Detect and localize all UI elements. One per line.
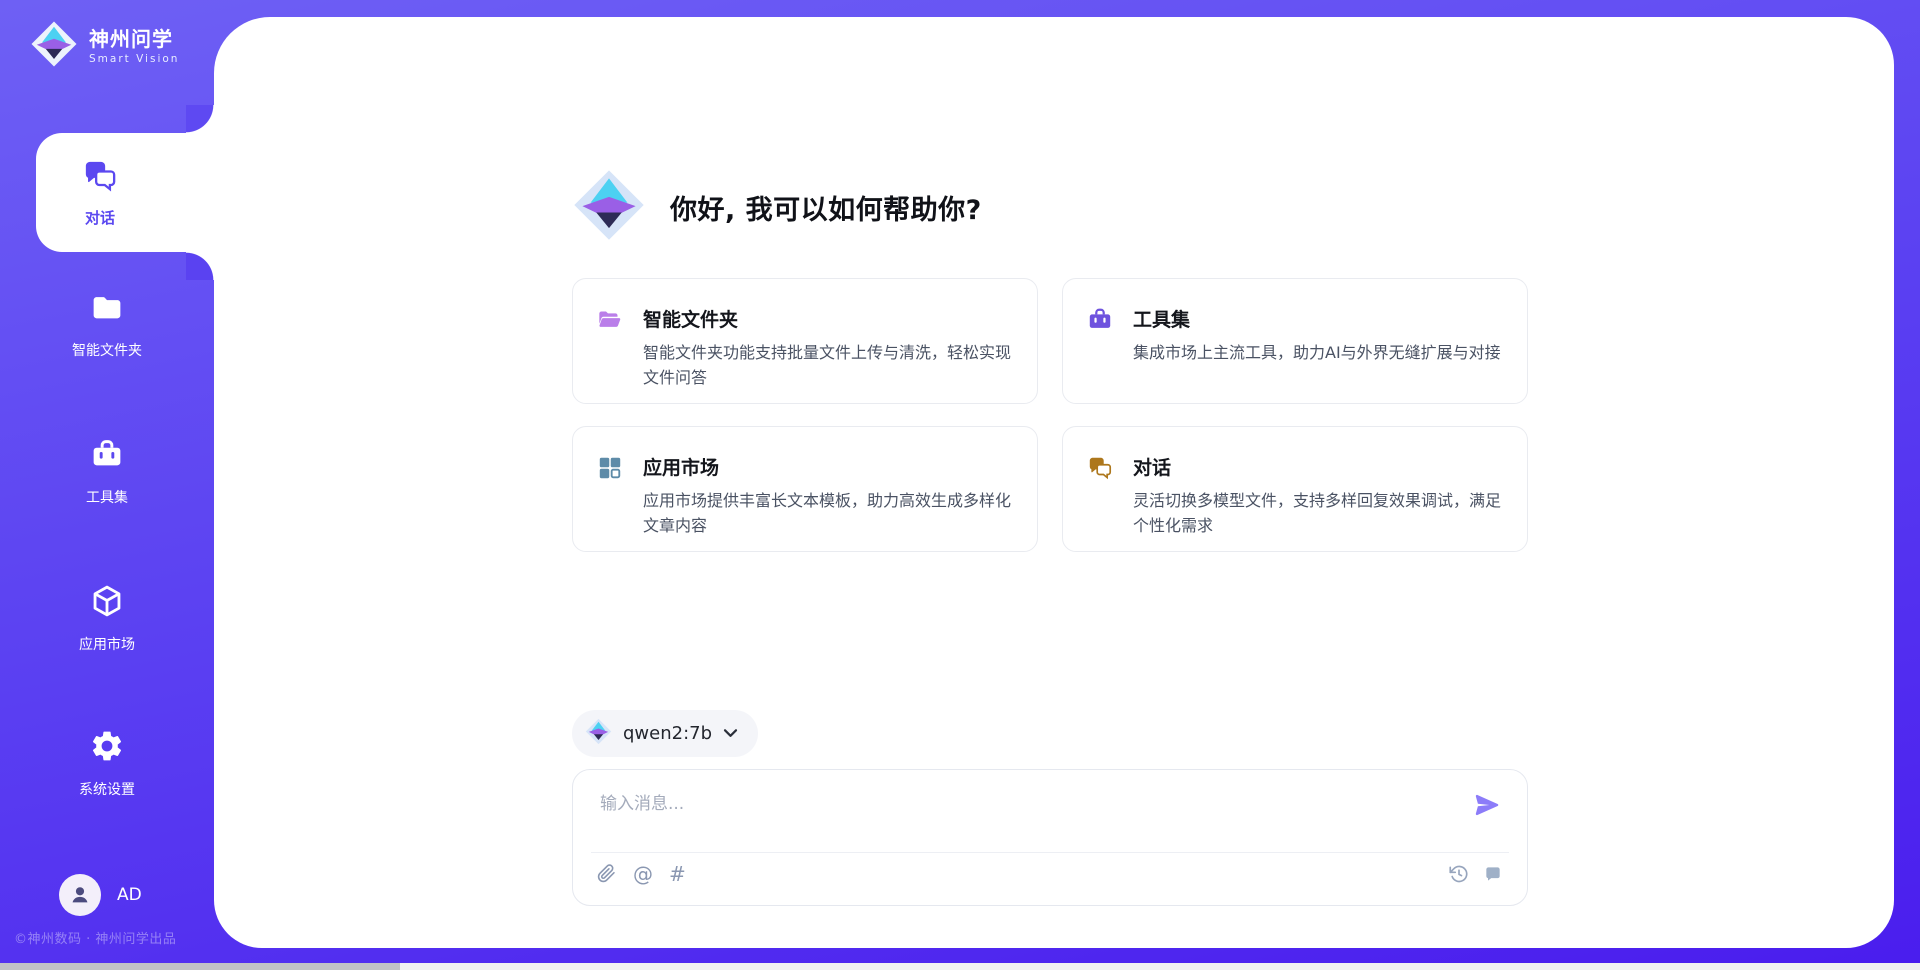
tab-fillet-top (186, 105, 214, 133)
chat-icon (82, 158, 118, 198)
folder-open-icon (597, 307, 623, 333)
card-description: 智能文件夹功能支持批量文件上传与清洗，轻松实现文件问答 (643, 341, 1011, 391)
message-composer: 输入消息... @ # (572, 769, 1528, 906)
chevron-down-icon (723, 724, 738, 743)
card-description: 灵活切换多模型文件，支持多样回复效果调试，满足个性化需求 (1133, 489, 1501, 539)
brand-subtitle: Smart Vision (89, 53, 179, 65)
sidebar-item-settings[interactable]: 系统设置 (0, 728, 214, 799)
model-selector[interactable]: qwen2:7b (572, 710, 758, 757)
card-app-market[interactable]: 应用市场 应用市场提供丰富长文本模板，助力高效生成多样化文章内容 (572, 426, 1038, 552)
feature-cards: 智能文件夹 智能文件夹功能支持批量文件上传与清洗，轻松实现文件问答 (572, 278, 1528, 552)
brand-title: 神州问学 (89, 28, 179, 50)
sidebar-footer: ©神州数码 · 神州问学出品 (14, 928, 176, 947)
card-body: 智能文件夹 智能文件夹功能支持批量文件上传与清洗，轻松实现文件问答 (643, 305, 1011, 391)
assistant-logo-icon (572, 168, 646, 246)
user-name: AD (117, 885, 142, 905)
person-icon (67, 882, 93, 908)
card-body: 应用市场 应用市场提供丰富长文本模板，助力高效生成多样化文章内容 (643, 453, 1011, 539)
sidebar-item-app-market[interactable]: 应用市场 (0, 583, 214, 654)
user-profile[interactable]: AD (59, 874, 142, 916)
card-chat[interactable]: 对话 灵活切换多模型文件，支持多样回复效果调试，满足个性化需求 (1062, 426, 1528, 552)
hash-icon[interactable]: # (669, 864, 686, 884)
apps-grid-icon (597, 455, 623, 481)
tab-fillet-bottom (186, 252, 214, 280)
card-title: 对话 (1133, 453, 1501, 480)
sidebar: 神州问学 Smart Vision 对话 (0, 0, 214, 970)
attachment-icon[interactable] (597, 864, 617, 884)
brand-logo-icon (30, 20, 78, 72)
sidebar-item-chat-inner: 对话 (36, 133, 164, 252)
card-title: 应用市场 (643, 453, 1011, 480)
message-input[interactable]: 输入消息... (600, 789, 684, 814)
sidebar-item-label: 工具集 (86, 487, 128, 507)
composer-right-tools (1449, 864, 1503, 884)
card-smart-folder[interactable]: 智能文件夹 智能文件夹功能支持批量文件上传与清洗，轻松实现文件问答 (572, 278, 1038, 404)
greeting-text: 你好, 我可以如何帮助你? (670, 188, 982, 227)
cube-icon (89, 583, 125, 623)
brand-text: 神州问学 Smart Vision (89, 28, 179, 65)
brand: 神州问学 Smart Vision (30, 20, 179, 72)
sidebar-item-chat[interactable]: 对话 (36, 133, 214, 252)
briefcase-icon (1087, 307, 1113, 333)
main-content: 你好, 我可以如何帮助你? 智能文件夹 智能文件夹功能支持批量文件上传与清洗，轻… (572, 17, 1528, 948)
sidebar-item-label: 应用市场 (79, 634, 135, 654)
sidebar-item-label: 系统设置 (79, 779, 135, 799)
card-title: 工具集 (1133, 305, 1501, 332)
card-description: 集成市场上主流工具，助力AI与外界无缝扩展与对接 (1133, 341, 1501, 366)
quick-phrases-icon[interactable] (1483, 864, 1503, 884)
gear-icon (89, 728, 125, 768)
sidebar-item-smart-folder[interactable]: 智能文件夹 (0, 291, 214, 360)
horizontal-scrollbar (0, 963, 1920, 970)
card-toolset[interactable]: 工具集 集成市场上主流工具，助力AI与外界无缝扩展与对接 (1062, 278, 1528, 404)
folder-icon (90, 291, 124, 329)
avatar (59, 874, 101, 916)
mention-icon[interactable]: @ (633, 864, 653, 884)
composer-divider (591, 852, 1509, 853)
app-root: 神州问学 Smart Vision 对话 (0, 0, 1920, 970)
model-logo-icon (585, 718, 612, 749)
sidebar-item-label: 智能文件夹 (72, 340, 142, 360)
greeting: 你好, 我可以如何帮助你? (572, 168, 982, 246)
main-panel: 你好, 我可以如何帮助你? 智能文件夹 智能文件夹功能支持批量文件上传与清洗，轻… (214, 17, 1894, 948)
sidebar-item-toolset[interactable]: 工具集 (0, 438, 214, 507)
card-body: 工具集 集成市场上主流工具，助力AI与外界无缝扩展与对接 (1133, 305, 1501, 366)
card-description: 应用市场提供丰富长文本模板，助力高效生成多样化文章内容 (643, 489, 1011, 539)
chat-icon (1087, 455, 1113, 481)
composer-toolbar: @ # (597, 864, 1503, 884)
history-icon[interactable] (1449, 864, 1469, 884)
sidebar-item-label: 对话 (85, 207, 115, 228)
scrollbar-thumb[interactable] (0, 963, 400, 970)
card-title: 智能文件夹 (643, 305, 1011, 332)
model-name: qwen2:7b (623, 723, 712, 744)
toolbox-icon (90, 438, 124, 476)
send-icon[interactable] (1473, 791, 1501, 819)
card-body: 对话 灵活切换多模型文件，支持多样回复效果调试，满足个性化需求 (1133, 453, 1501, 539)
